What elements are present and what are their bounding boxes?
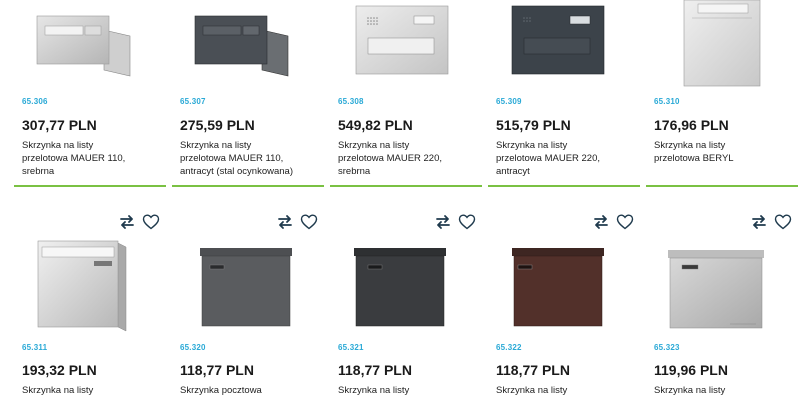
product-code: 65.310 — [654, 97, 680, 106]
product-code: 65.323 — [654, 343, 680, 352]
product-card[interactable]: 65.323 119,96 PLN Skrzynka na listy — [644, 205, 800, 400]
product-code: 65.321 — [338, 343, 364, 352]
product-name[interactable]: Skrzynka na listy — [496, 384, 636, 397]
product-name[interactable]: Skrzynka na listy przelotowa MAUER 110, … — [180, 139, 320, 178]
product-image[interactable] — [486, 205, 642, 335]
product-image[interactable] — [486, 0, 642, 92]
card-underline — [172, 185, 324, 187]
product-image[interactable] — [328, 0, 484, 92]
product-image[interactable] — [328, 205, 484, 335]
product-name[interactable]: Skrzynka na listy — [338, 384, 478, 397]
product-image[interactable] — [644, 0, 800, 92]
product-code: 65.309 — [496, 97, 522, 106]
product-row-2: 65.311 193,32 PLN Skrzynka na listy 65.3… — [0, 205, 807, 400]
product-price: 515,79 PLN — [496, 117, 571, 133]
product-card[interactable]: 65.320 118,77 PLN Skrzynka pocztowa — [170, 205, 326, 400]
product-image[interactable] — [170, 0, 326, 92]
product-price: 176,96 PLN — [654, 117, 729, 133]
product-image[interactable] — [12, 0, 168, 92]
product-name[interactable]: Skrzynka na listy przelotowa BERYL — [654, 139, 794, 165]
card-underline — [330, 185, 482, 187]
product-card[interactable]: 65.308 549,82 PLN Skrzynka na listy prze… — [328, 0, 484, 189]
product-card[interactable]: 65.311 193,32 PLN Skrzynka na listy — [12, 205, 168, 400]
card-underline — [14, 185, 166, 187]
product-name[interactable]: Skrzynka na listy przelotowa MAUER 220, … — [496, 139, 636, 178]
product-card[interactable]: 65.322 118,77 PLN Skrzynka na listy — [486, 205, 642, 400]
product-name[interactable]: Skrzynka na listy przelotowa MAUER 110, … — [22, 139, 162, 178]
product-price: 549,82 PLN — [338, 117, 413, 133]
card-underline — [646, 185, 798, 187]
product-price: 307,77 PLN — [22, 117, 97, 133]
product-name[interactable]: Skrzynka pocztowa — [180, 384, 320, 397]
product-card[interactable]: 65.309 515,79 PLN Skrzynka na listy prze… — [486, 0, 642, 189]
product-price: 119,96 PLN — [654, 362, 728, 378]
card-underline — [488, 185, 640, 187]
product-image[interactable] — [12, 205, 168, 335]
product-code: 65.322 — [496, 343, 522, 352]
product-image[interactable] — [644, 205, 800, 335]
product-price: 118,77 PLN — [338, 362, 412, 378]
product-code: 65.311 — [22, 343, 48, 352]
product-price: 275,59 PLN — [180, 117, 255, 133]
product-image[interactable] — [170, 205, 326, 335]
product-name[interactable]: Skrzynka na listy — [654, 384, 794, 397]
product-card[interactable]: 65.310 176,96 PLN Skrzynka na listy prze… — [644, 0, 800, 189]
product-price: 193,32 PLN — [22, 362, 97, 378]
product-row-1: 65.306 307,77 PLN Skrzynka na listy prze… — [0, 0, 807, 189]
product-card[interactable]: 65.321 118,77 PLN Skrzynka na listy — [328, 205, 484, 400]
product-code: 65.320 — [180, 343, 206, 352]
product-price: 118,77 PLN — [496, 362, 570, 378]
product-card[interactable]: 65.307 275,59 PLN Skrzynka na listy prze… — [170, 0, 326, 189]
product-price: 118,77 PLN — [180, 362, 254, 378]
product-code: 65.307 — [180, 97, 206, 106]
product-name[interactable]: Skrzynka na listy przelotowa MAUER 220, … — [338, 139, 478, 178]
product-code: 65.308 — [338, 97, 364, 106]
product-card[interactable]: 65.306 307,77 PLN Skrzynka na listy prze… — [12, 0, 168, 189]
product-name[interactable]: Skrzynka na listy — [22, 384, 162, 397]
product-code: 65.306 — [22, 97, 48, 106]
